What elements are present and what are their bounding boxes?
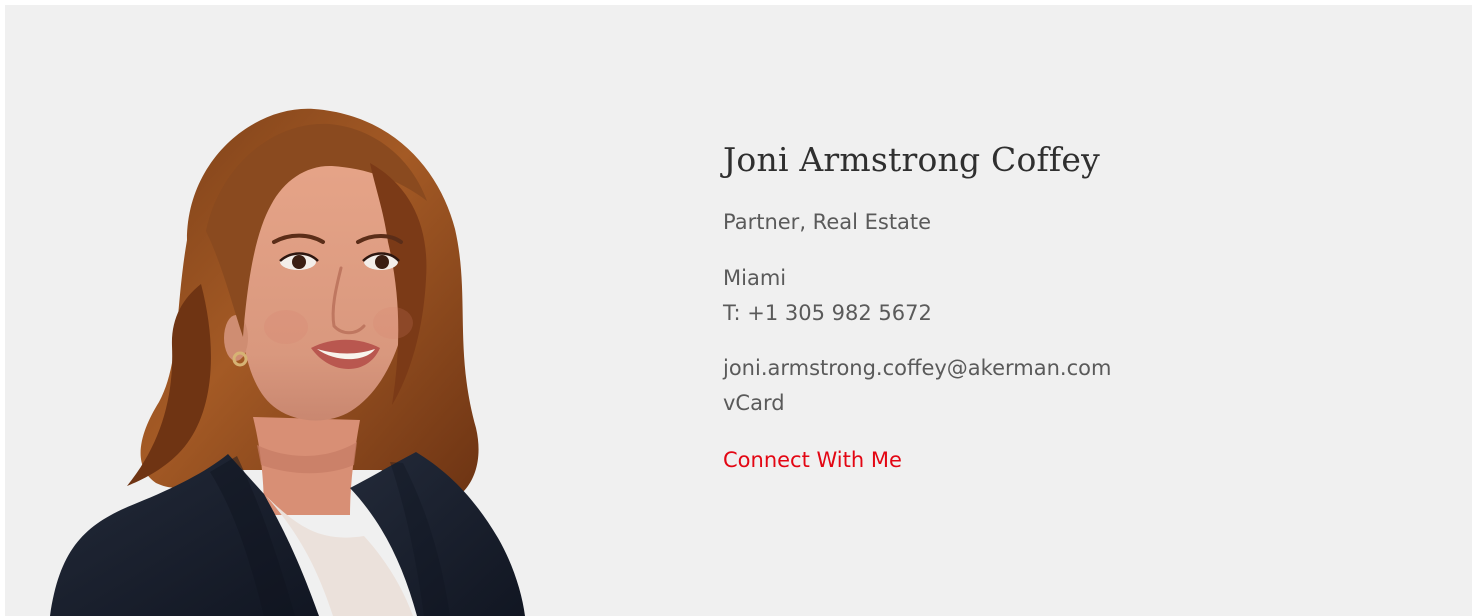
connect-with-me-link[interactable]: Connect With Me xyxy=(723,445,902,475)
profile-name: Joni Armstrong Coffey xyxy=(723,140,1100,179)
email-link[interactable]: joni.armstrong.coffey@akerman.com xyxy=(723,351,1423,386)
contact-links: joni.armstrong.coffey@akerman.com vCard xyxy=(723,351,1423,421)
phone-number: T: +1 305 982 5672 xyxy=(723,301,932,325)
office-location: Miami xyxy=(723,266,787,290)
location-block: Miami T: +1 305 982 5672 xyxy=(723,261,1423,331)
profile-title: Partner, Real Estate xyxy=(723,210,932,234)
profile-photo xyxy=(50,108,525,616)
profile-card: Joni Armstrong Coffey Partner, Real Esta… xyxy=(5,5,1472,616)
profile-info: Joni Armstrong Coffey Partner, Real Esta… xyxy=(723,137,1423,475)
vcard-link[interactable]: vCard xyxy=(723,386,1423,421)
